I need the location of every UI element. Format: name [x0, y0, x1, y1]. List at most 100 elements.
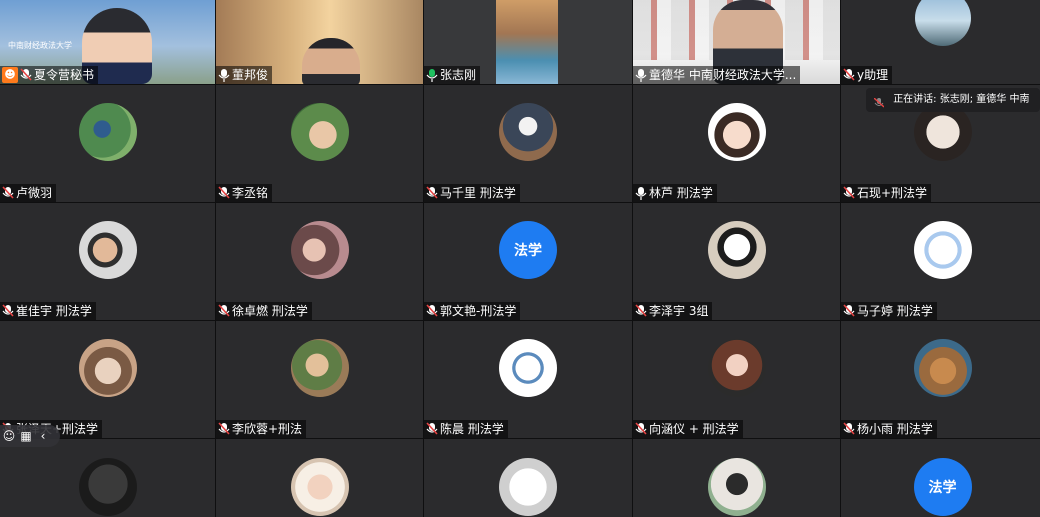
mic-muted-icon	[426, 422, 438, 436]
participant-tile-6[interactable]: 卢微羽	[0, 85, 215, 202]
mic-muted-icon	[843, 304, 855, 318]
participant-label: 李丞铭	[216, 184, 273, 202]
mic-muted-icon	[20, 68, 32, 82]
speaker-icon	[873, 94, 885, 108]
mic-muted-icon	[218, 422, 230, 436]
participant-tile-14[interactable]: 李泽宇 3组	[633, 203, 840, 320]
speaking-overflow: 中南	[1009, 94, 1030, 105]
text-avatar: 法学	[499, 220, 557, 279]
participant-name: 董邦俊	[232, 68, 269, 82]
participant-tile-18[interactable]: 陈晨 刑法学	[424, 321, 632, 438]
person-figure	[302, 38, 360, 84]
participant-tile-2[interactable]: 董邦俊	[216, 0, 423, 84]
host-icon: ☻	[2, 67, 18, 83]
avatar	[78, 102, 137, 161]
avatar	[914, 0, 971, 46]
mic-muted-icon	[2, 186, 14, 200]
participant-tile-25[interactable]: 法学	[841, 439, 1040, 517]
participant-tile-17[interactable]: 李欣蓉+刑法	[216, 321, 423, 438]
participant-label: 林芦 刑法学	[633, 184, 717, 202]
participant-name: 林芦 刑法学	[649, 186, 713, 200]
mic-muted-icon	[218, 186, 230, 200]
participant-name: 李泽宇 3组	[649, 304, 709, 318]
mic-muted-icon	[218, 304, 230, 318]
mic-muted-icon	[426, 186, 438, 200]
participant-tile-9[interactable]: 林芦 刑法学	[633, 85, 840, 202]
participant-tile-13[interactable]: 法学 郭文艳-刑法学	[424, 203, 632, 320]
participant-name: 马子婷 刑法学	[857, 304, 933, 318]
participant-tile-3-speaking[interactable]: 张志刚	[424, 0, 632, 84]
avatar	[913, 338, 972, 397]
side-floating-toolbar[interactable]: ☺ ▦ ‹	[0, 425, 60, 447]
participant-label: 张志刚	[424, 66, 481, 84]
participant-name: 张志刚	[440, 68, 477, 82]
speaking-label: 正在讲话:	[893, 94, 937, 105]
participant-label: 郭文艳-刑法学	[424, 302, 521, 320]
participant-tile-11[interactable]: 崔佳宇 刑法学	[0, 203, 215, 320]
mic-muted-icon	[843, 422, 855, 436]
participant-name: 李欣蓉+刑法	[232, 422, 303, 436]
participant-tile-21[interactable]	[0, 439, 215, 517]
mic-icon	[218, 68, 230, 82]
avatar	[78, 220, 137, 279]
mic-icon	[635, 68, 647, 82]
chevron-left-icon[interactable]: ‹	[36, 429, 50, 443]
participant-label: 卢微羽	[0, 184, 57, 202]
participant-label: 陈晨 刑法学	[424, 420, 508, 438]
participant-label: 徐卓燃 刑法学	[216, 302, 312, 320]
participant-tile-23[interactable]	[424, 439, 632, 517]
avatar	[707, 102, 766, 161]
mic-speaking-icon	[426, 68, 438, 82]
participant-name: 夏令营秘书	[34, 68, 95, 82]
avatar	[913, 220, 972, 279]
emoji-icon[interactable]: ☺	[2, 429, 16, 443]
avatar	[499, 102, 557, 161]
participant-tile-1[interactable]: 中南财经政法大学 ☻ 夏令营秘书	[0, 0, 215, 84]
avatar	[78, 338, 137, 397]
participant-name: 卢微羽	[16, 186, 53, 200]
video-banner-text: 中南财经政法大学	[8, 41, 72, 50]
mic-muted-icon	[635, 422, 647, 436]
participant-tile-20[interactable]: 杨小雨 刑法学	[841, 321, 1040, 438]
participant-tile-5[interactable]: y助理	[841, 0, 1040, 84]
avatar	[707, 220, 766, 279]
avatar	[290, 338, 349, 397]
mic-muted-icon	[426, 304, 438, 318]
participant-tile-16[interactable]: 张泽天+刑法学	[0, 321, 215, 438]
participant-label: 马子婷 刑法学	[841, 302, 937, 320]
avatar	[499, 458, 557, 516]
avatar	[290, 220, 349, 279]
participant-tile-19[interactable]: 向涵仪 + 刑法学	[633, 321, 840, 438]
participant-name: 李丞铭	[232, 186, 269, 200]
participant-label: y助理	[841, 66, 893, 84]
participant-label: 石现+刑法学	[841, 184, 932, 202]
participant-tile-7[interactable]: 李丞铭	[216, 85, 423, 202]
avatar	[290, 102, 349, 161]
participant-name: 徐卓燃 刑法学	[232, 304, 308, 318]
participant-tile-12[interactable]: 徐卓燃 刑法学	[216, 203, 423, 320]
participant-name: 杨小雨 刑法学	[857, 422, 933, 436]
now-speaking-indicator: 正在讲话: 张志刚; 童德华 中南	[866, 88, 1040, 112]
participant-label: 李泽宇 3组	[633, 302, 713, 320]
participant-name: 向涵仪 + 刑法学	[649, 422, 739, 436]
participant-name: 崔佳宇 刑法学	[16, 304, 92, 318]
video-frame	[496, 0, 558, 84]
avatar	[707, 338, 766, 397]
participant-label: 马千里 刑法学	[424, 184, 520, 202]
participant-tile-24[interactable]	[633, 439, 840, 517]
participant-name: 石现+刑法学	[857, 186, 928, 200]
participant-name: 马千里 刑法学	[440, 186, 516, 200]
grid-icon[interactable]: ▦	[19, 429, 33, 443]
avatar	[499, 338, 557, 397]
speaking-names: 张志刚; 童德华	[939, 94, 1007, 105]
participant-tile-22[interactable]	[216, 439, 423, 517]
participant-name: y助理	[857, 68, 889, 82]
mic-muted-icon	[635, 304, 647, 318]
mic-muted-icon	[843, 68, 855, 82]
participant-tile-8[interactable]: 马千里 刑法学	[424, 85, 632, 202]
participant-tile-15[interactable]: 马子婷 刑法学	[841, 203, 1040, 320]
mic-muted-icon	[2, 304, 14, 318]
participant-name: 郭文艳-刑法学	[440, 304, 517, 318]
participant-tile-4-speaking[interactable]: 童德华 中南财经政法大学...	[633, 0, 840, 84]
video-grid: 中南财经政法大学 ☻ 夏令营秘书 董邦俊 张志刚 童德华 中南财经政法大学...…	[0, 0, 1040, 517]
